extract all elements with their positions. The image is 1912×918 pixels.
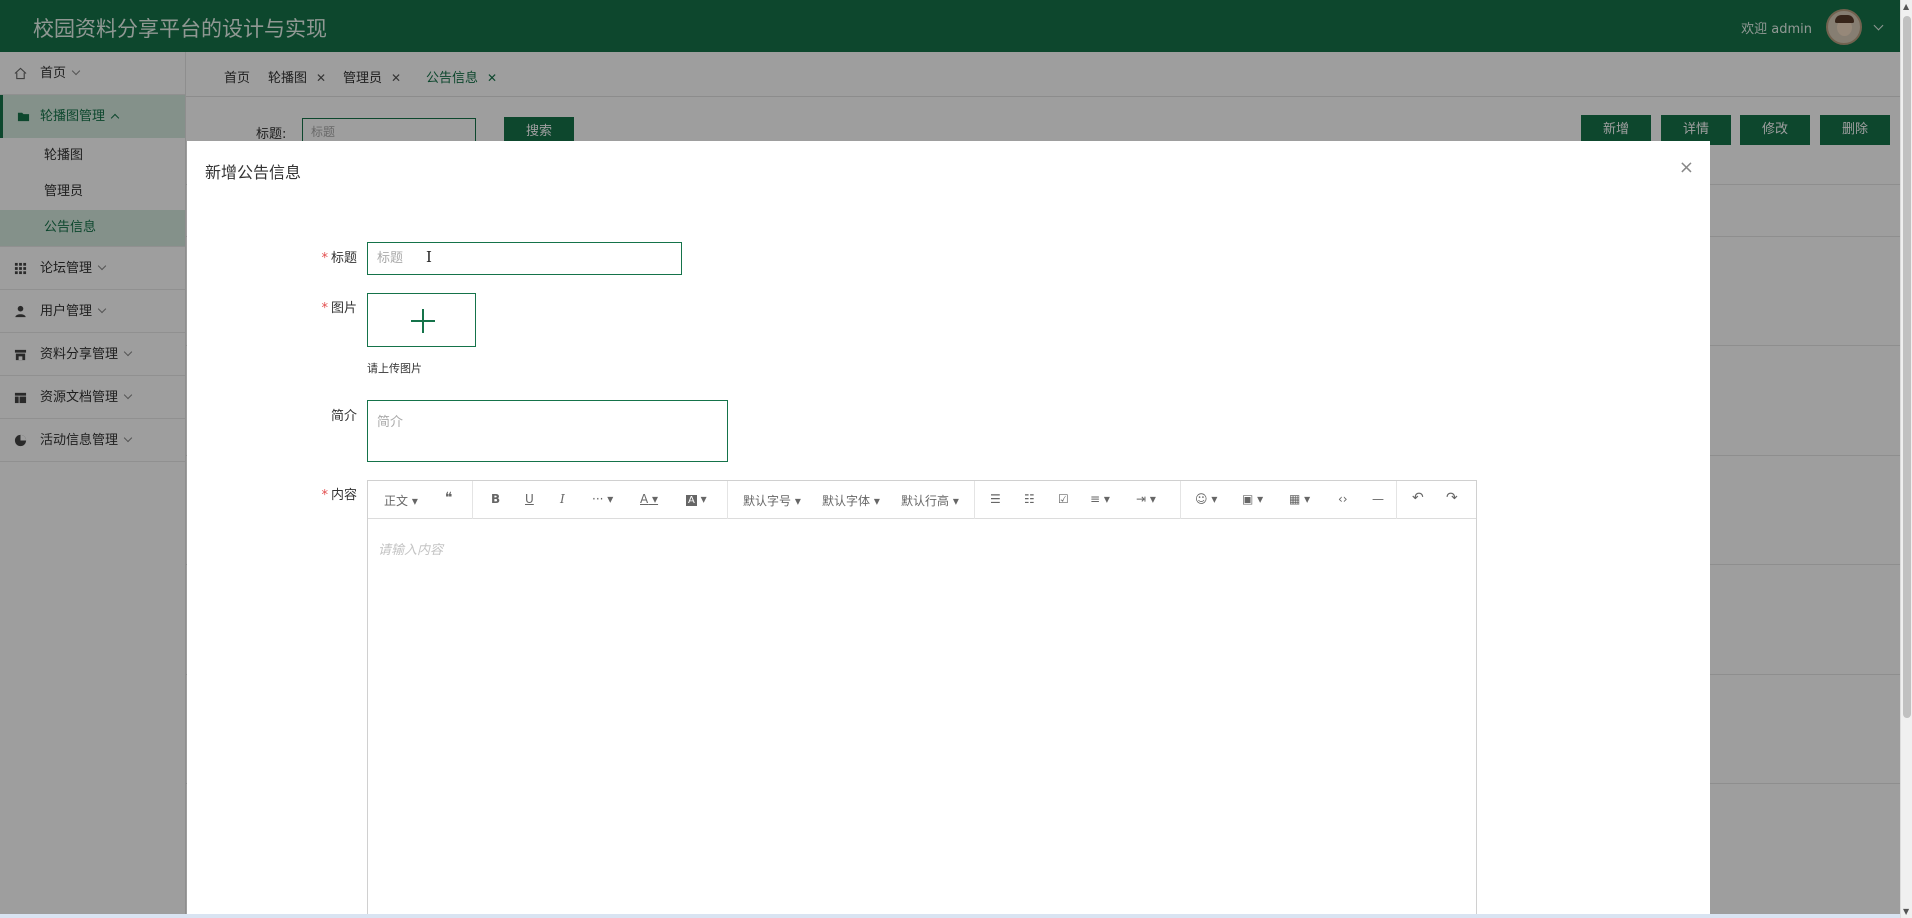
- font-size-label: 默认字号: [743, 494, 792, 508]
- label-text: 标题: [330, 251, 357, 266]
- scrollbar-thumb[interactable]: [1903, 16, 1911, 718]
- close-icon[interactable]: ×: [1679, 157, 1694, 178]
- font-family-select[interactable]: 默认字体 ▾: [822, 492, 880, 509]
- toolbar-divider: [974, 481, 975, 519]
- quote-icon[interactable]: ❝: [445, 490, 453, 506]
- add-announcement-dialog: 新增公告信息 × * 标题 标题 I * 图片 请上传图片 简介 简介 * 内容 正文…: [187, 141, 1710, 918]
- italic-icon[interactable]: I: [560, 492, 565, 506]
- more-icon[interactable]: ··· ▾: [592, 492, 613, 506]
- scroll-down-icon[interactable]: ▼: [1903, 907, 1909, 916]
- label-text: 图片: [330, 301, 357, 316]
- divider-icon[interactable]: —: [1372, 492, 1384, 506]
- numbered-list-icon[interactable]: ☷: [1024, 492, 1035, 506]
- intro-field-label: 简介: [297, 405, 357, 424]
- font-family-label: 默认字体: [822, 494, 871, 508]
- toolbar-divider: [1396, 481, 1397, 519]
- dialog-title: 新增公告信息: [205, 163, 302, 182]
- redo-icon[interactable]: ↷: [1446, 490, 1458, 506]
- code-icon[interactable]: ‹›: [1338, 492, 1348, 506]
- toolbar-divider: [727, 481, 728, 519]
- required-mark: *: [321, 301, 328, 316]
- text-cursor-icon: I: [426, 248, 432, 266]
- title-field-label: * 标题: [297, 247, 357, 266]
- align-icon[interactable]: ≡ ▾: [1090, 492, 1110, 506]
- label-text: 内容: [330, 488, 357, 503]
- background-color-icon[interactable]: A ▾: [686, 492, 707, 506]
- bullet-list-icon[interactable]: ☰: [990, 492, 1001, 506]
- rich-text-editor: 正文 ▾ ❝ B U I ··· ▾ A ▾ A ▾ 默认字号 ▾ 默认字体 ▾…: [367, 480, 1477, 918]
- indent-icon[interactable]: ⇥ ▾: [1136, 492, 1156, 506]
- title-input[interactable]: 标题: [367, 242, 682, 275]
- image-field-label: * 图片: [297, 297, 357, 316]
- align-label: ≡: [1090, 492, 1101, 506]
- content-field-label: * 内容: [297, 484, 357, 503]
- image-label: ▣: [1242, 492, 1254, 506]
- more-label: ···: [592, 492, 604, 506]
- indent-label: ⇥: [1136, 492, 1147, 506]
- table-icon[interactable]: ▦ ▾: [1289, 492, 1310, 506]
- table-label: ▦: [1289, 492, 1301, 506]
- line-height-label: 默认行高: [901, 494, 950, 508]
- bottom-edge: [0, 914, 1900, 918]
- todo-icon[interactable]: ☑: [1058, 492, 1069, 506]
- toolbar-divider: [1180, 481, 1181, 519]
- editor-content-area[interactable]: 请输入内容: [378, 539, 443, 558]
- image-icon[interactable]: ▣ ▾: [1242, 492, 1263, 506]
- font-color-label: A: [640, 492, 649, 506]
- emoji-label: ☺: [1195, 492, 1208, 506]
- underline-icon[interactable]: U: [525, 492, 534, 506]
- font-size-select[interactable]: 默认字号 ▾: [743, 492, 801, 509]
- paragraph-label: 正文: [384, 494, 409, 508]
- image-upload-button[interactable]: [367, 293, 476, 347]
- scroll-up-icon[interactable]: ▲: [1903, 2, 1909, 11]
- bg-color-label: A: [686, 495, 697, 506]
- undo-icon[interactable]: ↶: [1412, 490, 1424, 506]
- toolbar-divider: [472, 481, 473, 519]
- emoji-icon[interactable]: ☺ ▾: [1195, 492, 1217, 506]
- editor-toolbar: 正文 ▾ ❝ B U I ··· ▾ A ▾ A ▾ 默认字号 ▾ 默认字体 ▾…: [368, 481, 1476, 519]
- line-height-select[interactable]: 默认行高 ▾: [901, 492, 959, 509]
- paragraph-select[interactable]: 正文 ▾: [384, 492, 418, 509]
- label-text: 简介: [330, 409, 357, 424]
- page-scrollbar[interactable]: ▲ ▼: [1900, 0, 1912, 918]
- intro-textarea[interactable]: 简介: [367, 400, 728, 462]
- required-mark: *: [321, 251, 328, 266]
- plus-icon-vertical: [422, 309, 424, 333]
- image-upload-hint: 请上传图片: [367, 362, 422, 375]
- bold-icon[interactable]: B: [491, 492, 500, 506]
- required-mark: *: [321, 488, 328, 503]
- font-color-icon[interactable]: A ▾: [640, 492, 658, 506]
